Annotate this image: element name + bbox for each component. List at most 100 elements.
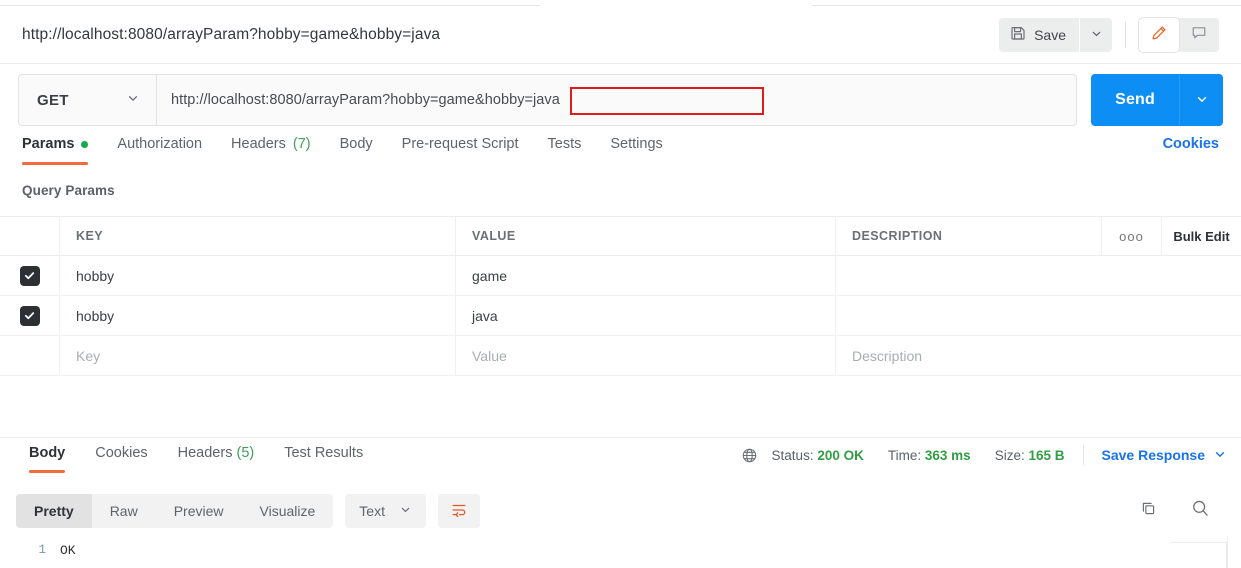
format-segmented-control: Pretty Raw Preview Visualize [16,494,334,528]
response-tab-test-results[interactable]: Test Results [284,443,363,473]
url-bar: GET http://localhost:8080/arrayParam?hob… [0,72,1241,128]
save-response-button[interactable]: Save Response [1102,447,1228,464]
placeholder-checkbox-cell [0,336,60,375]
time-text: Time: 363 ms [888,448,971,463]
chevron-down-icon [1090,27,1103,43]
row-key[interactable]: hobby [76,268,114,284]
table-row: hobby game [0,256,1241,296]
save-button-label: Save [1034,26,1066,43]
request-title-bar: http://localhost:8080/arrayParam?hobby=g… [0,6,1241,64]
response-tab-headers[interactable]: Headers (5) [178,443,255,473]
url-input[interactable]: http://localhost:8080/arrayParam?hobby=g… [156,74,1078,126]
response-tab-cookies[interactable]: Cookies [95,443,147,473]
placeholder-description-input[interactable]: Description [852,348,922,364]
format-visualize-button[interactable]: Visualize [242,494,334,528]
tab-pre-request-script-label: Pre-request Script [401,136,519,152]
copy-button[interactable] [1135,498,1161,524]
search-button[interactable] [1187,498,1213,524]
tab-body-label: Body [339,136,373,152]
placeholder-key-input[interactable]: Key [76,348,100,364]
tab-tests-label: Tests [547,136,582,152]
table-header-row: KEY VALUE DESCRIPTION ooo Bulk Edit [0,216,1241,256]
format-pretty-button[interactable]: Pretty [16,494,92,528]
tab-headers[interactable]: Headers (7) [231,134,311,165]
status-value: 200 OK [817,447,864,463]
query-params-label: Query Params [22,183,115,198]
comment-button[interactable] [1179,18,1219,52]
bulk-edit-button[interactable]: Bulk Edit [1162,217,1241,255]
format-raw-button[interactable]: Raw [92,494,156,528]
word-wrap-button[interactable] [437,494,480,528]
edit-button[interactable] [1139,17,1179,52]
chevron-down-icon [399,503,412,519]
size-label: Size: [994,447,1025,463]
tab-headers-label: Headers [231,136,286,152]
tab-settings[interactable]: Settings [610,134,662,165]
placeholder-value-input[interactable]: Value [472,348,507,364]
table-options-button[interactable]: ooo [1102,217,1162,255]
copy-icon [1139,499,1158,523]
scrollbar-edge [1226,542,1227,568]
response-body-toolbar: Pretty Raw Preview Visualize Text [0,488,1241,534]
send-group: Send [1091,74,1223,126]
row-checkbox[interactable] [19,305,40,326]
time-value: 363 ms [924,447,971,463]
row-value[interactable]: java [472,308,498,324]
status-label: Status: [771,447,814,463]
request-tabs: Params Authorization Headers (7) Body Pr… [0,134,1241,174]
response-status-bar: Status: 200 OK Time: 363 ms Size: 165 B … [741,443,1227,465]
tab-params-label: Params [22,136,75,152]
save-button[interactable]: Save [999,17,1079,52]
tab-authorization[interactable]: Authorization [117,134,202,165]
query-params-table: KEY VALUE DESCRIPTION ooo Bulk Edit hobb… [0,216,1241,376]
url-input-value: http://localhost:8080/arrayParam?hobby=g… [171,92,560,108]
tab-authorization-label: Authorization [117,136,203,152]
code-line: 1 OK [0,536,1241,560]
tab-params[interactable]: Params [22,134,89,165]
line-number: 1 [38,543,46,557]
response-tab-headers-label: Headers [177,445,233,461]
chevron-down-icon [1195,92,1209,109]
row-checkbox[interactable] [19,265,40,286]
response-tab-headers-count: (5) [236,445,255,461]
size-text: Size: 165 B [995,448,1065,463]
save-group: Save [999,17,1112,52]
row-key[interactable]: hobby [76,308,114,324]
table-row-placeholder: Key Value Description [0,336,1241,376]
content-type-select[interactable]: Text [345,494,426,528]
row-value[interactable]: game [472,268,507,284]
globe-icon [741,447,758,464]
method-label: GET [37,91,69,109]
word-wrap-icon [450,501,468,522]
title-actions: Save [999,17,1241,52]
response-tab-body[interactable]: Body [29,443,66,473]
body-toolbar-actions [1135,498,1225,524]
tab-body[interactable]: Body [340,134,373,165]
divider [1082,445,1084,465]
content-type-value: Text [359,503,385,519]
response-separator [0,437,1241,438]
save-options-button[interactable] [1080,17,1112,52]
response-body-editor[interactable]: 1 OK [0,536,1241,568]
column-header-description: DESCRIPTION [852,229,943,243]
save-response-label: Save Response [1101,447,1206,463]
vertical-scrollbar[interactable] [1227,536,1241,568]
pencil-icon [1150,24,1168,45]
search-icon [1190,498,1211,524]
tab-pre-request-script[interactable]: Pre-request Script [402,134,519,165]
line-content: OK [60,542,76,558]
cookies-link[interactable]: Cookies [1163,134,1219,152]
tab-tests[interactable]: Tests [548,134,582,165]
query-string-highlight [570,87,764,115]
tab-settings-label: Settings [610,136,663,152]
method-select[interactable]: GET [18,74,156,126]
page-title: http://localhost:8080/arrayParam?hobby=g… [22,25,441,43]
status-text: Status: 200 OK [772,448,864,463]
format-preview-button[interactable]: Preview [156,494,242,528]
chevron-down-icon [126,91,140,110]
send-options-button[interactable] [1179,74,1223,126]
params-modified-dot [81,140,89,148]
send-button[interactable]: Send [1091,74,1179,126]
comment-icon [1190,24,1208,45]
time-label: Time: [887,447,922,463]
